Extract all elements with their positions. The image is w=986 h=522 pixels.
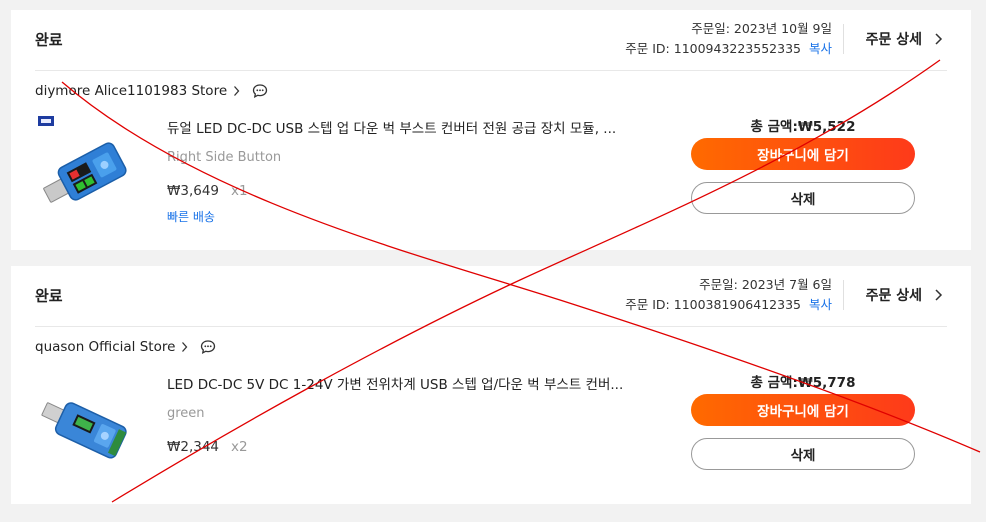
order-total: 총 금액:₩5,778 — [750, 375, 856, 391]
order-id: 주문 ID: 1100943223552335 — [625, 41, 801, 56]
product-price-row: ₩2,344 x2 — [167, 439, 248, 455]
product-variant: green — [167, 406, 205, 421]
order-detail-label: 주문 상세 — [865, 288, 922, 304]
store-link[interactable]: diymore Alice1101983 Store — [35, 83, 268, 99]
copy-order-id-link[interactable]: 복사 — [809, 39, 832, 59]
product-thumbnail[interactable] — [35, 371, 127, 471]
store-name: quason Official Store — [35, 339, 176, 355]
order-detail-link[interactable]: 주문 상세 — [866, 285, 943, 305]
add-to-cart-button[interactable]: 장바구니에 담기 — [691, 394, 915, 426]
product-quantity: x1 — [231, 183, 248, 199]
order-status: 완료 — [35, 287, 63, 305]
order-id: 주문 ID: 1100381906412335 — [625, 297, 801, 312]
order-detail-link[interactable]: 주문 상세 — [866, 29, 943, 49]
order-detail-label: 주문 상세 — [865, 32, 922, 48]
chevron-right-icon — [935, 289, 943, 301]
order-meta: 주문일: 2023년 10월 9일 주문 ID: 110094322355233… — [625, 19, 832, 59]
chevron-right-icon — [935, 33, 943, 45]
order-date: 주문일: 2023년 10월 9일 — [691, 21, 832, 36]
order-card: 완료 주문일: 2023년 7월 6일 주문 ID: 1100381906412… — [11, 266, 971, 504]
order-header: 완료 주문일: 2023년 7월 6일 주문 ID: 1100381906412… — [35, 266, 947, 327]
product-variant: Right Side Button — [167, 150, 282, 165]
order-meta: 주문일: 2023년 7월 6일 주문 ID: 1100381906412335… — [625, 275, 832, 315]
chat-bubble-icon[interactable] — [200, 339, 216, 355]
delete-order-button[interactable]: 삭제 — [691, 182, 915, 214]
divider — [843, 24, 844, 54]
fast-shipping-badge: 빠른 배송 — [167, 210, 215, 224]
add-to-cart-button[interactable]: 장바구니에 담기 — [691, 138, 915, 170]
product-title[interactable]: 듀얼 LED DC-DC USB 스텝 업 다운 벅 부스트 컨버터 전원 공급… — [167, 117, 647, 137]
product-price: ₩3,649 — [167, 183, 219, 199]
order-card: 완료 주문일: 2023년 10월 9일 주문 ID: 110094322355… — [11, 10, 971, 250]
product-quantity: x2 — [231, 439, 248, 455]
chat-bubble-icon[interactable] — [252, 83, 268, 99]
order-status: 완료 — [35, 31, 63, 49]
order-total: 총 금액:₩5,522 — [750, 119, 856, 135]
order-date: 주문일: 2023년 7월 6일 — [699, 277, 832, 292]
product-title[interactable]: LED DC-DC 5V DC 1-24V 가변 전위차계 USB 스텝 업/다… — [167, 373, 647, 393]
delete-order-button[interactable]: 삭제 — [691, 438, 915, 470]
chevron-right-icon — [234, 86, 240, 96]
store-link[interactable]: quason Official Store — [35, 339, 216, 355]
copy-order-id-link[interactable]: 복사 — [809, 295, 832, 315]
divider — [843, 280, 844, 310]
store-name: diymore Alice1101983 Store — [35, 83, 228, 99]
chevron-right-icon — [182, 342, 188, 352]
order-header: 완료 주문일: 2023년 10월 9일 주문 ID: 110094322355… — [35, 10, 947, 71]
product-price: ₩2,344 — [167, 439, 219, 455]
product-thumbnail[interactable] — [35, 115, 127, 215]
product-price-row: ₩3,649 x1 — [167, 183, 248, 199]
